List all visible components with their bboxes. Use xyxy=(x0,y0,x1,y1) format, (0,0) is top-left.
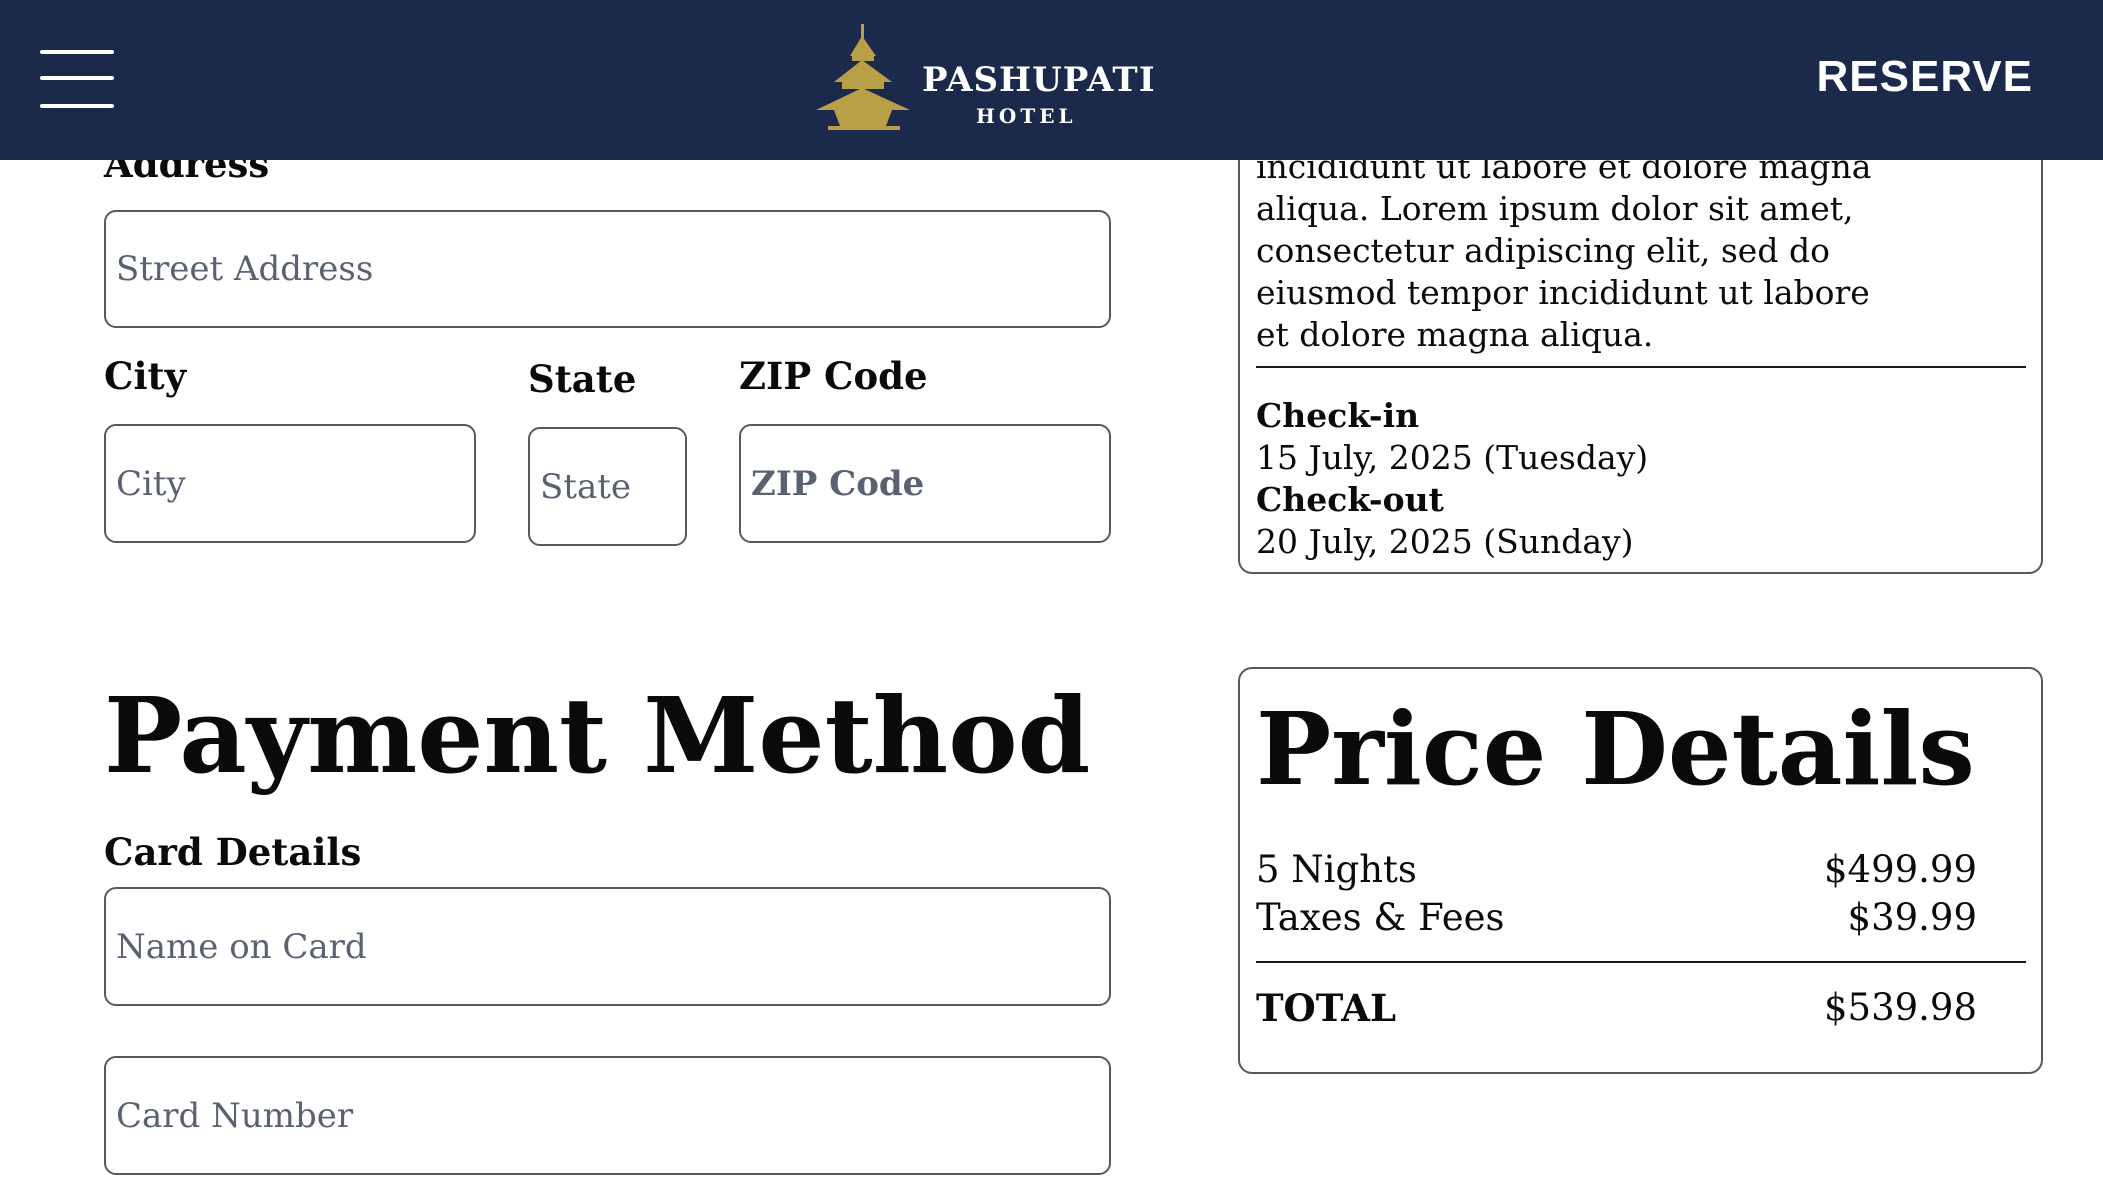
city-input[interactable] xyxy=(104,424,476,543)
pagoda-icon xyxy=(816,24,910,130)
name-on-card-input[interactable] xyxy=(104,887,1111,1006)
summary-divider xyxy=(1256,366,2026,368)
payment-method-heading: Payment Method xyxy=(104,674,1091,797)
nights-label: 5 Nights xyxy=(1256,848,1417,891)
state-input[interactable] xyxy=(528,427,687,546)
total-amount: $539.98 xyxy=(1823,986,1977,1029)
price-divider xyxy=(1256,961,2026,963)
checkout-label: Check-out xyxy=(1256,480,1444,519)
room-description: incididunt ut labore et dolore magna ali… xyxy=(1256,147,1872,354)
price-details-heading: Price Details xyxy=(1256,690,1975,808)
hotel-logo[interactable]: PASHUPATI HOTEL xyxy=(812,22,1155,140)
street-address-input[interactable] xyxy=(104,210,1111,328)
logo-subtitle: HOTEL xyxy=(976,104,1077,128)
city-label: City xyxy=(104,354,187,398)
logo-name: PASHUPATI xyxy=(922,60,1156,100)
hamburger-menu-icon[interactable] xyxy=(40,46,114,112)
total-label: TOTAL xyxy=(1256,986,1396,1030)
checkin-date: 15 July, 2025 (Tuesday) xyxy=(1256,438,1649,477)
zip-code-input[interactable] xyxy=(739,424,1111,543)
reserve-button[interactable]: RESERVE xyxy=(1817,52,2034,102)
checkout-date: 20 July, 2025 (Sunday) xyxy=(1256,522,1634,561)
card-number-input[interactable] xyxy=(104,1056,1111,1175)
card-details-label: Card Details xyxy=(104,830,362,874)
top-navbar: PASHUPATI HOTEL RESERVE xyxy=(0,0,2103,160)
nights-amount: $499.99 xyxy=(1823,848,1977,891)
taxes-amount: $39.99 xyxy=(1847,896,1977,939)
state-label: State xyxy=(528,357,637,401)
checkin-label: Check-in xyxy=(1256,396,1420,435)
zip-label: ZIP Code xyxy=(739,354,928,398)
taxes-label: Taxes & Fees xyxy=(1256,896,1505,939)
